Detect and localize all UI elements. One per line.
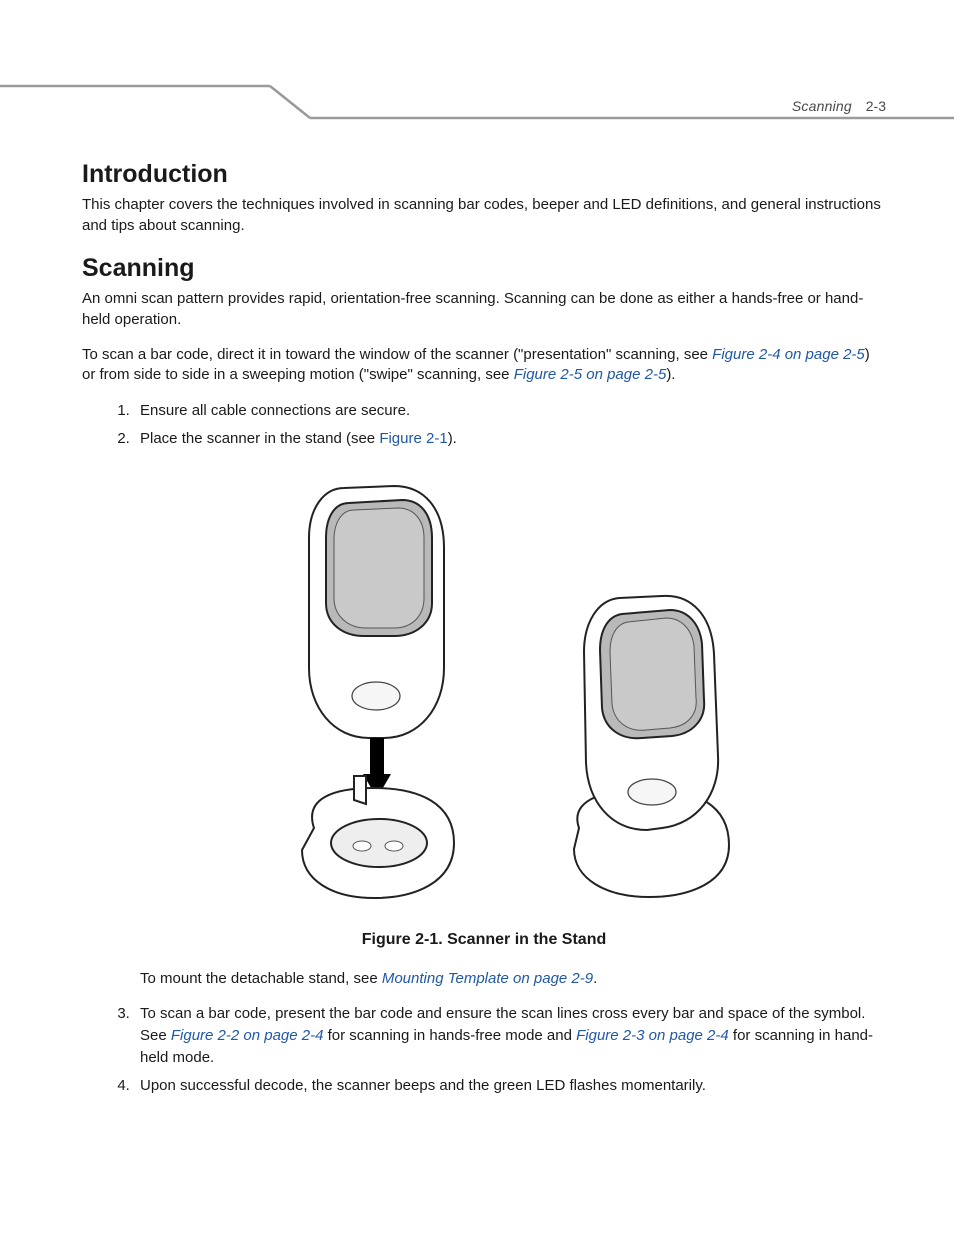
text-fragment: for scanning in hands-free mode and <box>323 1027 576 1044</box>
intro-paragraph: This chapter covers the techniques invol… <box>82 195 886 236</box>
text-fragment: Place the scanner in the stand (see <box>140 430 379 447</box>
link-mounting-template[interactable]: Mounting Template on page 2-9 <box>382 970 593 987</box>
figure-2-1 <box>82 468 886 923</box>
link-figure-2-4[interactable]: Figure 2-4 on page 2-5 <box>712 346 865 363</box>
running-header-page-number: 2-3 <box>866 98 886 114</box>
scanning-steps-list-a: Ensure all cable connections are secure.… <box>82 400 886 450</box>
step-4: Upon successful decode, the scanner beep… <box>134 1075 886 1097</box>
scanner-in-stand-illustration <box>214 468 754 918</box>
scanning-paragraph-1: An omni scan pattern provides rapid, ori… <box>82 289 886 330</box>
text-fragment: To mount the detachable stand, see <box>140 970 382 987</box>
figure-2-1-caption: Figure 2-1. Scanner in the Stand <box>82 931 886 949</box>
scanning-paragraph-2: To scan a bar code, direct it in toward … <box>82 345 886 386</box>
link-figure-2-3[interactable]: Figure 2-3 on page 2-4 <box>576 1027 729 1044</box>
running-header-section: Scanning <box>792 98 852 114</box>
step-1: Ensure all cable connections are secure. <box>134 400 886 422</box>
mounting-note: To mount the detachable stand, see Mount… <box>140 969 886 990</box>
scanning-steps-list-b: To scan a bar code, present the bar code… <box>82 1003 886 1096</box>
text-fragment: ). <box>666 366 675 383</box>
link-figure-2-2[interactable]: Figure 2-2 on page 2-4 <box>171 1027 324 1044</box>
heading-scanning: Scanning <box>82 254 886 283</box>
heading-introduction: Introduction <box>82 160 886 189</box>
link-figure-2-5[interactable]: Figure 2-5 on page 2-5 <box>514 366 667 383</box>
step-3: To scan a bar code, present the bar code… <box>134 1003 886 1068</box>
link-figure-2-1[interactable]: Figure 2-1 <box>379 430 447 447</box>
text-fragment: To scan a bar code, direct it in toward … <box>82 346 712 363</box>
text-fragment: . <box>593 970 597 987</box>
text-fragment: ). <box>448 430 457 447</box>
running-header: Scanning 2-3 <box>792 98 886 114</box>
step-2: Place the scanner in the stand (see Figu… <box>134 428 886 450</box>
